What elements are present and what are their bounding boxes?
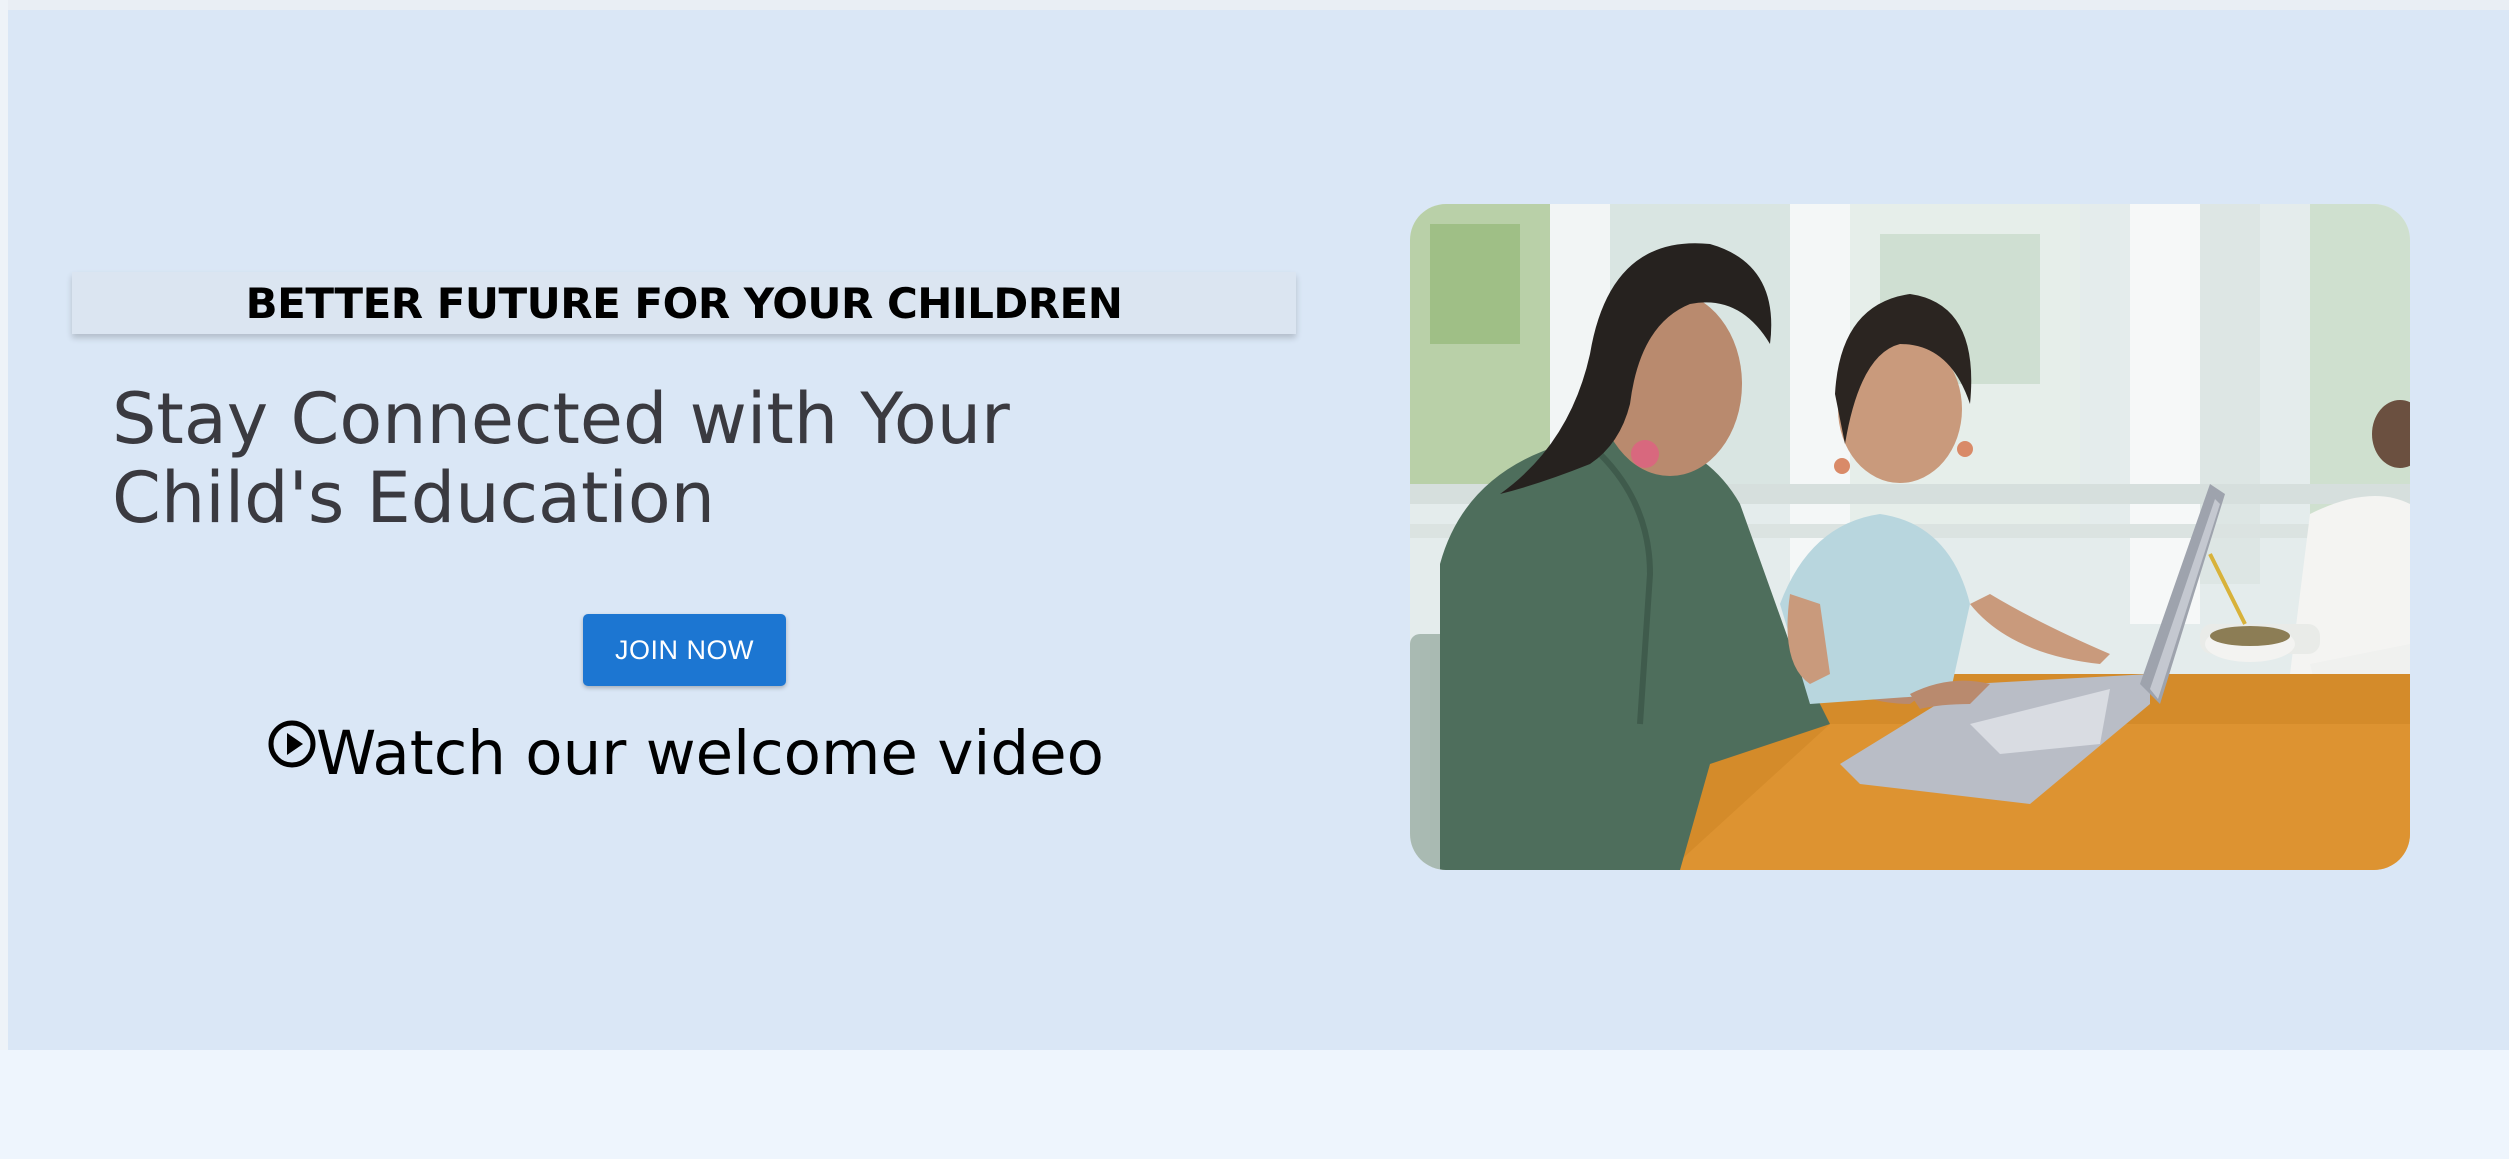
watch-welcome-video-link[interactable]: Watch our welcome video bbox=[268, 712, 1104, 796]
tagline: BETTER FUTURE FOR YOUR CHILDREN bbox=[245, 278, 1123, 328]
play-circle-icon[interactable] bbox=[268, 720, 316, 768]
top-strip bbox=[0, 0, 2509, 10]
hero-headline: Stay Connected with Your Child's Educati… bbox=[112, 378, 1010, 539]
hero-photo bbox=[1410, 204, 2410, 870]
page-footer-area bbox=[0, 1050, 2509, 1159]
left-edge bbox=[0, 0, 8, 1159]
tagline-banner: BETTER FUTURE FOR YOUR CHILDREN bbox=[72, 272, 1296, 334]
join-now-button[interactable]: JOIN NOW bbox=[583, 614, 786, 686]
watch-video-label: Watch our welcome video bbox=[316, 718, 1104, 789]
